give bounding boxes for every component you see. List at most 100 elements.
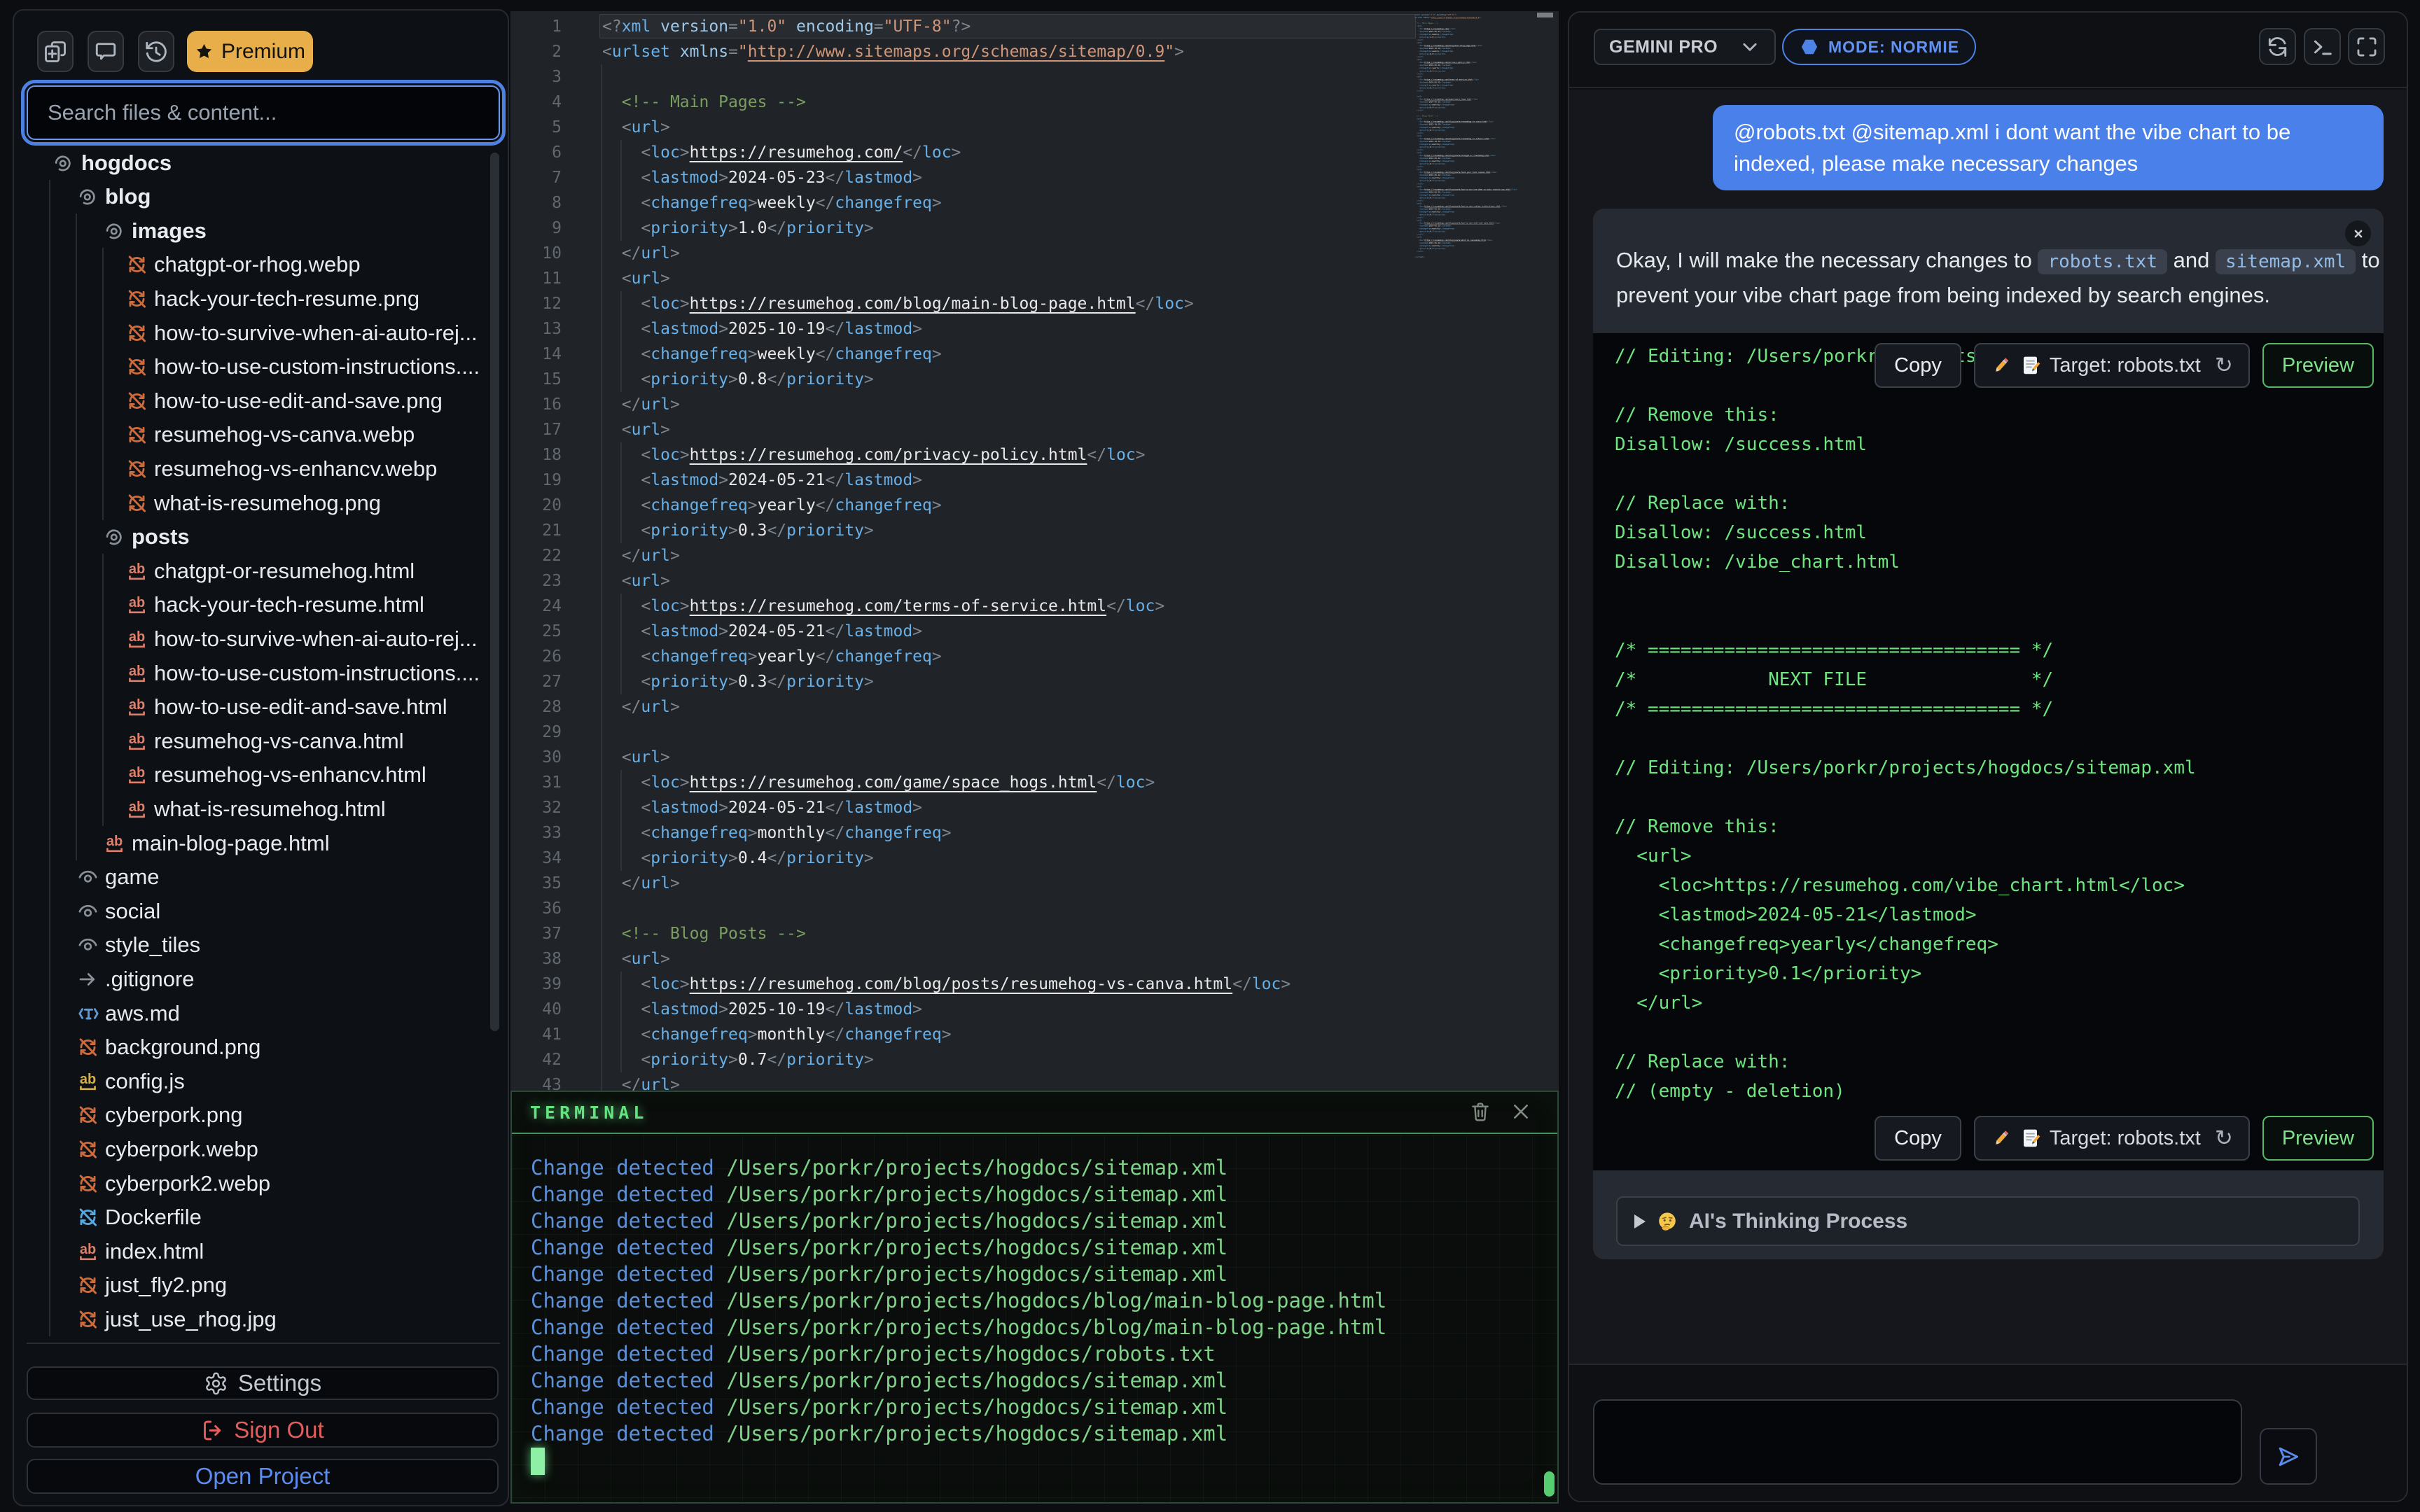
file-tree-item-index-html[interactable]: abindex.html [14, 1234, 508, 1268]
target-file-chip[interactable]: Target: robots.txt↻ [1974, 1116, 2250, 1161]
file-tree-scrollbar[interactable] [490, 153, 499, 1031]
editor-line-41[interactable]: 41 <changefreq>monthly</changefreq> [510, 1022, 1559, 1047]
file-tree-item-hack-your-tech-resume-png[interactable]: hack-your-tech-resume.png [14, 281, 508, 316]
file-tree-item-aws-md[interactable]: aws.md [14, 996, 508, 1030]
editor-line-40[interactable]: 40 <lastmod>2025-10-19</lastmod> [510, 997, 1559, 1022]
chat-button[interactable] [88, 31, 124, 72]
sign-out-button[interactable]: Sign Out [27, 1413, 499, 1448]
file-tree-item-cyberpork-png[interactable]: cyberpork.png [14, 1098, 508, 1133]
file-tree-item-how-to-survive-when-ai-auto-rej-[interactable]: how-to-survive-when-ai-auto-rej... [14, 316, 508, 350]
editor-line-17[interactable]: 17 <url> [510, 417, 1559, 442]
dismiss-message-button[interactable] [2345, 220, 2371, 246]
file-tree-item-game[interactable]: game [14, 860, 508, 895]
new-file-button[interactable] [37, 31, 74, 72]
file-tree-item-what-is-resumehog-png[interactable]: what-is-resumehog.png [14, 486, 508, 520]
file-tree-item-cyberpork2-webp[interactable]: cyberpork2.webp [14, 1166, 508, 1200]
editor-line-11[interactable]: 11 <url> [510, 266, 1559, 291]
editor-line-15[interactable]: 15 <priority>0.8</priority> [510, 367, 1559, 392]
editor-line-19[interactable]: 19 <lastmod>2024-05-21</lastmod> [510, 468, 1559, 493]
terminal-scrollbar[interactable] [1544, 1471, 1555, 1497]
file-tree-item-main-blog-page-html[interactable]: abmain-blog-page.html [14, 826, 508, 860]
file-tree-item-background-png[interactable]: background.png [14, 1030, 508, 1065]
editor-line-3[interactable]: 3 [510, 64, 1559, 90]
thinking-process-toggle[interactable]: AI's Thinking Process [1616, 1196, 2360, 1246]
editor-line-9[interactable]: 9 <priority>1.0</priority> [510, 216, 1559, 241]
editor-line-7[interactable]: 7 <lastmod>2024-05-23</lastmod> [510, 165, 1559, 190]
editor-line-30[interactable]: 30 <url> [510, 745, 1559, 770]
file-tree-item-chatgpt-or-rhog-webp[interactable]: chatgpt-or-rhog.webp [14, 248, 508, 282]
file-tree-item-just-fly2-png[interactable]: just_fly2.png [14, 1268, 508, 1303]
editor-line-13[interactable]: 13 <lastmod>2025-10-19</lastmod> [510, 316, 1559, 342]
preview-button[interactable]: Preview [2262, 1116, 2374, 1161]
file-tree-item--gitignore[interactable]: .gitignore [14, 962, 508, 996]
file-tree-item-blog[interactable]: blog [14, 180, 508, 214]
editor-line-23[interactable]: 23 <url> [510, 568, 1559, 594]
new-chat-button[interactable] [2259, 28, 2296, 65]
editor-line-28[interactable]: 28 </url> [510, 694, 1559, 720]
file-tree-item-what-is-resumehog-html[interactable]: abwhat-is-resumehog.html [14, 792, 508, 826]
file-tree-item-just-use-rhog-jpg[interactable]: just_use_rhog.jpg [14, 1302, 508, 1336]
editor-line-33[interactable]: 33 <changefreq>monthly</changefreq> [510, 820, 1559, 846]
file-tree-item-posts[interactable]: posts [14, 520, 508, 554]
editor-line-39[interactable]: 39 <loc>https://resumehog.com/blog/posts… [510, 972, 1559, 997]
file-tree-item-style-tiles[interactable]: style_tiles [14, 928, 508, 962]
search-input[interactable] [27, 85, 500, 140]
editor-line-37[interactable]: 37 <!-- Blog Posts --> [510, 921, 1559, 946]
editor-line-2[interactable]: 2<urlset xmlns="http://www.sitemaps.org/… [510, 39, 1559, 64]
file-tree-item-chatgpt-or-resumehog-html[interactable]: abchatgpt-or-resumehog.html [14, 554, 508, 588]
file-tree-item-how-to-use-custom-instructions-[interactable]: how-to-use-custom-instructions.... [14, 350, 508, 384]
file-tree-item-resumehog-vs-enhancv-html[interactable]: abresumehog-vs-enhancv.html [14, 758, 508, 792]
refresh-target-icon[interactable]: ↻ [2215, 353, 2233, 378]
file-tree-item-images[interactable]: images [14, 214, 508, 248]
editor-line-22[interactable]: 22 </url> [510, 543, 1559, 568]
file-tree-item-how-to-use-edit-and-save-png[interactable]: how-to-use-edit-and-save.png [14, 384, 508, 418]
file-tree-item-how-to-use-custom-instructions-[interactable]: abhow-to-use-custom-instructions.... [14, 656, 508, 690]
editor-line-35[interactable]: 35 </url> [510, 871, 1559, 896]
editor-line-6[interactable]: 6 <loc>https://resumehog.com/</loc> [510, 140, 1559, 165]
editor-line-4[interactable]: 4 <!-- Main Pages --> [510, 90, 1559, 115]
editor-line-18[interactable]: 18 <loc>https://resumehog.com/privacy-po… [510, 442, 1559, 468]
fullscreen-button[interactable] [2348, 28, 2385, 65]
editor-line-36[interactable]: 36 [510, 896, 1559, 921]
terminal-clear-button[interactable] [1469, 1100, 1491, 1123]
file-tree-item-how-to-use-edit-and-save-html[interactable]: abhow-to-use-edit-and-save.html [14, 690, 508, 724]
target-file-chip[interactable]: Target: robots.txt↻ [1974, 343, 2250, 388]
editor-line-8[interactable]: 8 <changefreq>weekly</changefreq> [510, 190, 1559, 216]
editor-line-34[interactable]: 34 <priority>0.4</priority> [510, 846, 1559, 871]
copy-button[interactable]: Copy [1875, 1116, 1961, 1161]
editor-line-16[interactable]: 16 </url> [510, 392, 1559, 417]
editor-line-14[interactable]: 14 <changefreq>weekly</changefreq> [510, 342, 1559, 367]
model-select[interactable]: GEMINI PRO [1594, 29, 1776, 65]
file-tree-item-resumehog-vs-enhancv-webp[interactable]: resumehog-vs-enhancv.webp [14, 451, 508, 486]
file-tree-item-resumehog-vs-canva-webp[interactable]: resumehog-vs-canva.webp [14, 418, 508, 452]
editor-line-26[interactable]: 26 <changefreq>yearly</changefreq> [510, 644, 1559, 669]
editor-line-10[interactable]: 10 </url> [510, 241, 1559, 266]
mode-button[interactable]: MODE: NORMIE [1782, 29, 1976, 65]
preview-button[interactable]: Preview [2262, 343, 2374, 388]
editor-line-24[interactable]: 24 <loc>https://resumehog.com/terms-of-s… [510, 594, 1559, 619]
file-tree-item-hack-your-tech-resume-html[interactable]: abhack-your-tech-resume.html [14, 588, 508, 622]
editor-line-25[interactable]: 25 <lastmod>2024-05-21</lastmod> [510, 619, 1559, 644]
terminal-toggle-button[interactable] [2304, 28, 2341, 65]
open-project-button[interactable]: Open Project [27, 1459, 499, 1494]
editor-line-38[interactable]: 38 <url> [510, 946, 1559, 972]
history-button[interactable] [138, 31, 174, 72]
editor-line-31[interactable]: 31 <loc>https://resumehog.com/game/space… [510, 770, 1559, 795]
file-tree-item-social[interactable]: social [14, 894, 508, 928]
file-tree-item-hogdocs[interactable]: hogdocs [14, 146, 508, 180]
editor-minimap[interactable]: <?xml version="1.0" encoding="UTF-8"?> <… [1414, 13, 1535, 321]
editor-line-21[interactable]: 21 <priority>0.3</priority> [510, 518, 1559, 543]
editor-scrollbar[interactable] [1537, 13, 1553, 18]
editor-line-20[interactable]: 20 <changefreq>yearly</changefreq> [510, 493, 1559, 518]
terminal-body[interactable]: Change detected /Users/porkr/projects/ho… [512, 1135, 1557, 1502]
editor-line-5[interactable]: 5 <url> [510, 115, 1559, 140]
file-tree-item-dockerfile[interactable]: Dockerfile [14, 1200, 508, 1235]
editor-line-32[interactable]: 32 <lastmod>2024-05-21</lastmod> [510, 795, 1559, 820]
copy-button[interactable]: Copy [1875, 343, 1961, 388]
file-tree-item-resumehog-vs-canva-html[interactable]: abresumehog-vs-canva.html [14, 724, 508, 758]
editor-line-1[interactable]: 1<?xml version="1.0" encoding="UTF-8"?> [510, 14, 1559, 39]
editor-line-29[interactable]: 29 [510, 720, 1559, 745]
editor-line-12[interactable]: 12 <loc>https://resumehog.com/blog/main-… [510, 291, 1559, 316]
file-tree-item-how-to-survive-when-ai-auto-rej-[interactable]: abhow-to-survive-when-ai-auto-rej... [14, 622, 508, 656]
editor-line-27[interactable]: 27 <priority>0.3</priority> [510, 669, 1559, 694]
